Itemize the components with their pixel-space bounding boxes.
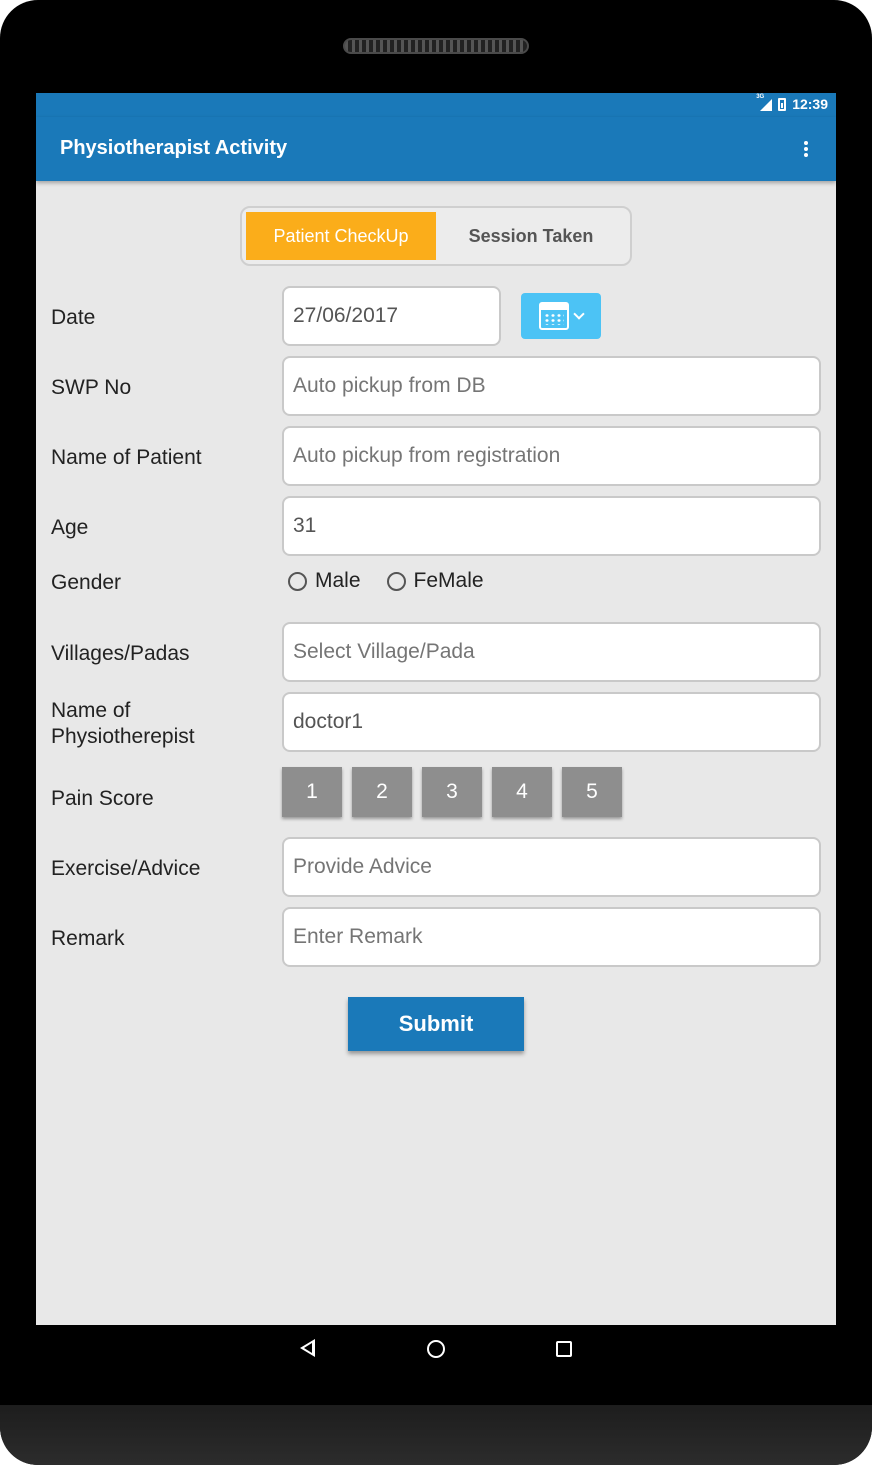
swp-no-field[interactable]: Auto pickup from DB — [282, 356, 821, 416]
device-frame: 3G 12:39 Physiotherapist Activity Patien… — [0, 0, 872, 1465]
battery-icon — [778, 97, 787, 111]
tab-bar: Patient CheckUp Session Taken — [240, 206, 632, 266]
status-time: 12:39 — [792, 96, 828, 112]
signal-icon: 3G — [756, 94, 773, 111]
gender-label: Gender — [51, 571, 122, 594]
pain-score-5-button[interactable]: 5 — [562, 767, 622, 817]
calendar-icon — [539, 302, 569, 330]
gender-female-label: FeMale — [413, 569, 484, 592]
exercise-label: Exercise/Advice — [51, 857, 201, 880]
patient-name-label: Name of Patient — [51, 446, 202, 469]
back-icon[interactable] — [300, 1339, 315, 1357]
gender-radio-group: Male FeMale — [288, 569, 484, 593]
app-bar: Physiotherapist Activity — [36, 117, 836, 181]
chevron-down-icon — [573, 308, 585, 320]
physiotherapist-label-line1: Name of — [51, 699, 131, 722]
village-label: Villages/Padas — [51, 642, 190, 665]
tab-session-taken[interactable]: Session Taken — [436, 212, 626, 260]
network-type: 3G — [756, 94, 765, 100]
gender-female-option[interactable]: FeMale — [386, 569, 484, 593]
age-field[interactable]: 31 — [282, 496, 821, 556]
remark-label: Remark — [51, 927, 125, 950]
gender-male-label: Male — [315, 569, 361, 592]
patient-name-field[interactable]: Auto pickup from registration — [282, 426, 821, 486]
physiotherapist-label-line2: Physiotherepist — [51, 725, 195, 748]
pain-score-3-button[interactable]: 3 — [422, 767, 482, 817]
exercise-field[interactable]: Provide Advice — [282, 837, 821, 897]
swp-no-label: SWP No — [51, 376, 132, 399]
more-vert-icon[interactable] — [796, 137, 816, 161]
age-label: Age — [51, 516, 89, 539]
status-bar: 3G 12:39 — [36, 93, 836, 117]
tab-patient-checkup[interactable]: Patient CheckUp — [246, 212, 436, 260]
radio-icon — [288, 571, 307, 591]
gender-male-option[interactable]: Male — [288, 569, 361, 593]
page-title: Physiotherapist Activity — [60, 137, 288, 159]
remark-field[interactable]: Enter Remark — [282, 907, 821, 967]
speaker-grille — [343, 38, 529, 54]
village-select[interactable]: Select Village/Pada — [282, 622, 821, 682]
physiotherapist-field[interactable]: doctor1 — [282, 692, 821, 752]
physiotherapist-label: Name of Physiotherepist — [51, 698, 195, 750]
device-bottom-bezel — [0, 1405, 872, 1465]
app-screen: 3G 12:39 Physiotherapist Activity Patien… — [36, 93, 836, 1325]
pain-score-group: 1 2 3 4 5 — [282, 767, 622, 817]
pain-score-label: Pain Score — [51, 787, 154, 810]
home-icon[interactable] — [427, 1340, 445, 1358]
pain-score-2-button[interactable]: 2 — [352, 767, 412, 817]
radio-icon — [386, 571, 406, 591]
date-field[interactable]: 27/06/2017 — [282, 286, 501, 346]
recents-icon[interactable] — [556, 1341, 572, 1357]
submit-button[interactable]: Submit — [348, 997, 524, 1051]
pain-score-1-button[interactable]: 1 — [282, 767, 342, 817]
date-label: Date — [51, 306, 96, 329]
date-picker-button[interactable] — [521, 293, 601, 339]
pain-score-4-button[interactable]: 4 — [492, 767, 552, 817]
